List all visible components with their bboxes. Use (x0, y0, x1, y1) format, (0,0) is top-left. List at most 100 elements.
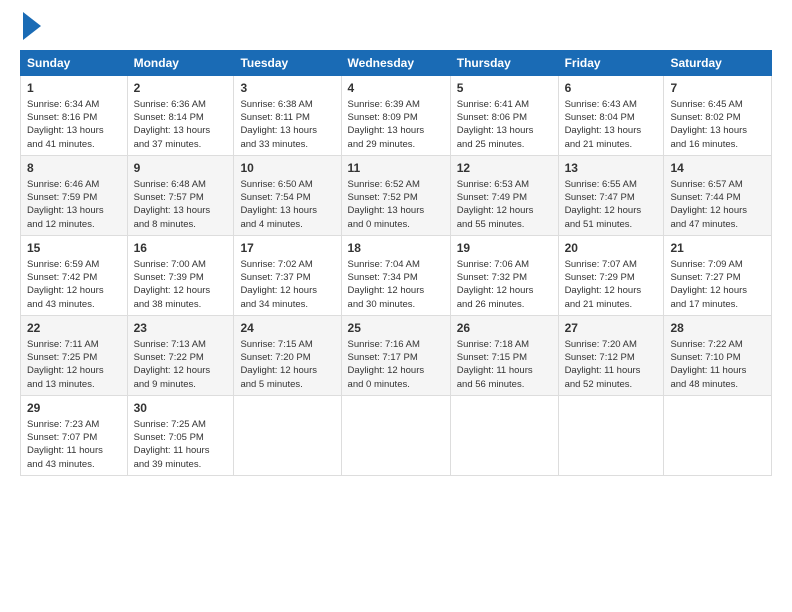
day-cell (450, 395, 558, 475)
day-info: Sunrise: 6:46 AMSunset: 7:59 PMDaylight:… (27, 178, 121, 231)
day-number: 3 (240, 80, 334, 97)
day-cell: 23Sunrise: 7:13 AMSunset: 7:22 PMDayligh… (127, 315, 234, 395)
day-cell: 12Sunrise: 6:53 AMSunset: 7:49 PMDayligh… (450, 155, 558, 235)
week-row-1: 1Sunrise: 6:34 AMSunset: 8:16 PMDaylight… (21, 76, 772, 156)
day-cell: 22Sunrise: 7:11 AMSunset: 7:25 PMDayligh… (21, 315, 128, 395)
day-cell: 2Sunrise: 6:36 AMSunset: 8:14 PMDaylight… (127, 76, 234, 156)
week-row-2: 8Sunrise: 6:46 AMSunset: 7:59 PMDaylight… (21, 155, 772, 235)
day-info: Sunrise: 7:18 AMSunset: 7:15 PMDaylight:… (457, 338, 552, 391)
day-number: 1 (27, 80, 121, 97)
day-info: Sunrise: 6:52 AMSunset: 7:52 PMDaylight:… (348, 178, 444, 231)
day-info: Sunrise: 6:48 AMSunset: 7:57 PMDaylight:… (134, 178, 228, 231)
day-number: 23 (134, 320, 228, 337)
day-number: 14 (670, 160, 765, 177)
logo-arrow-icon (23, 12, 41, 40)
day-info: Sunrise: 7:23 AMSunset: 7:07 PMDaylight:… (27, 418, 121, 471)
day-cell: 5Sunrise: 6:41 AMSunset: 8:06 PMDaylight… (450, 76, 558, 156)
day-info: Sunrise: 7:11 AMSunset: 7:25 PMDaylight:… (27, 338, 121, 391)
day-number: 11 (348, 160, 444, 177)
header-row: SundayMondayTuesdayWednesdayThursdayFrid… (21, 51, 772, 76)
day-number: 27 (565, 320, 658, 337)
day-info: Sunrise: 7:16 AMSunset: 7:17 PMDaylight:… (348, 338, 444, 391)
day-info: Sunrise: 7:25 AMSunset: 7:05 PMDaylight:… (134, 418, 228, 471)
day-number: 6 (565, 80, 658, 97)
day-number: 30 (134, 400, 228, 417)
day-info: Sunrise: 6:59 AMSunset: 7:42 PMDaylight:… (27, 258, 121, 311)
day-info: Sunrise: 7:04 AMSunset: 7:34 PMDaylight:… (348, 258, 444, 311)
day-number: 16 (134, 240, 228, 257)
day-cell: 14Sunrise: 6:57 AMSunset: 7:44 PMDayligh… (664, 155, 772, 235)
page: SundayMondayTuesdayWednesdayThursdayFrid… (0, 0, 792, 612)
day-number: 20 (565, 240, 658, 257)
day-info: Sunrise: 7:02 AMSunset: 7:37 PMDaylight:… (240, 258, 334, 311)
day-number: 26 (457, 320, 552, 337)
day-cell: 6Sunrise: 6:43 AMSunset: 8:04 PMDaylight… (558, 76, 664, 156)
day-info: Sunrise: 6:53 AMSunset: 7:49 PMDaylight:… (457, 178, 552, 231)
col-header-thursday: Thursday (450, 51, 558, 76)
col-header-wednesday: Wednesday (341, 51, 450, 76)
day-cell: 24Sunrise: 7:15 AMSunset: 7:20 PMDayligh… (234, 315, 341, 395)
day-info: Sunrise: 6:41 AMSunset: 8:06 PMDaylight:… (457, 98, 552, 151)
col-header-friday: Friday (558, 51, 664, 76)
day-cell: 19Sunrise: 7:06 AMSunset: 7:32 PMDayligh… (450, 235, 558, 315)
day-cell: 26Sunrise: 7:18 AMSunset: 7:15 PMDayligh… (450, 315, 558, 395)
day-number: 9 (134, 160, 228, 177)
day-info: Sunrise: 7:13 AMSunset: 7:22 PMDaylight:… (134, 338, 228, 391)
day-cell: 8Sunrise: 6:46 AMSunset: 7:59 PMDaylight… (21, 155, 128, 235)
day-cell: 1Sunrise: 6:34 AMSunset: 8:16 PMDaylight… (21, 76, 128, 156)
col-header-tuesday: Tuesday (234, 51, 341, 76)
day-cell: 4Sunrise: 6:39 AMSunset: 8:09 PMDaylight… (341, 76, 450, 156)
day-cell: 30Sunrise: 7:25 AMSunset: 7:05 PMDayligh… (127, 395, 234, 475)
day-number: 2 (134, 80, 228, 97)
day-cell (558, 395, 664, 475)
day-number: 5 (457, 80, 552, 97)
day-number: 10 (240, 160, 334, 177)
day-cell: 28Sunrise: 7:22 AMSunset: 7:10 PMDayligh… (664, 315, 772, 395)
day-number: 17 (240, 240, 334, 257)
day-number: 24 (240, 320, 334, 337)
day-info: Sunrise: 7:07 AMSunset: 7:29 PMDaylight:… (565, 258, 658, 311)
day-info: Sunrise: 7:15 AMSunset: 7:20 PMDaylight:… (240, 338, 334, 391)
day-number: 4 (348, 80, 444, 97)
week-row-5: 29Sunrise: 7:23 AMSunset: 7:07 PMDayligh… (21, 395, 772, 475)
day-info: Sunrise: 6:55 AMSunset: 7:47 PMDaylight:… (565, 178, 658, 231)
day-cell (341, 395, 450, 475)
week-row-4: 22Sunrise: 7:11 AMSunset: 7:25 PMDayligh… (21, 315, 772, 395)
day-number: 18 (348, 240, 444, 257)
day-number: 22 (27, 320, 121, 337)
day-number: 29 (27, 400, 121, 417)
day-info: Sunrise: 6:34 AMSunset: 8:16 PMDaylight:… (27, 98, 121, 151)
day-cell: 25Sunrise: 7:16 AMSunset: 7:17 PMDayligh… (341, 315, 450, 395)
day-number: 21 (670, 240, 765, 257)
day-cell: 9Sunrise: 6:48 AMSunset: 7:57 PMDaylight… (127, 155, 234, 235)
day-number: 15 (27, 240, 121, 257)
day-cell: 20Sunrise: 7:07 AMSunset: 7:29 PMDayligh… (558, 235, 664, 315)
day-cell: 15Sunrise: 6:59 AMSunset: 7:42 PMDayligh… (21, 235, 128, 315)
day-number: 28 (670, 320, 765, 337)
day-number: 13 (565, 160, 658, 177)
col-header-saturday: Saturday (664, 51, 772, 76)
day-cell (234, 395, 341, 475)
day-cell: 3Sunrise: 6:38 AMSunset: 8:11 PMDaylight… (234, 76, 341, 156)
day-info: Sunrise: 7:09 AMSunset: 7:27 PMDaylight:… (670, 258, 765, 311)
day-cell: 11Sunrise: 6:52 AMSunset: 7:52 PMDayligh… (341, 155, 450, 235)
day-number: 8 (27, 160, 121, 177)
day-cell: 18Sunrise: 7:04 AMSunset: 7:34 PMDayligh… (341, 235, 450, 315)
day-info: Sunrise: 6:57 AMSunset: 7:44 PMDaylight:… (670, 178, 765, 231)
day-info: Sunrise: 7:06 AMSunset: 7:32 PMDaylight:… (457, 258, 552, 311)
day-info: Sunrise: 7:20 AMSunset: 7:12 PMDaylight:… (565, 338, 658, 391)
day-cell (664, 395, 772, 475)
day-cell: 27Sunrise: 7:20 AMSunset: 7:12 PMDayligh… (558, 315, 664, 395)
day-info: Sunrise: 6:36 AMSunset: 8:14 PMDaylight:… (134, 98, 228, 151)
day-cell: 17Sunrise: 7:02 AMSunset: 7:37 PMDayligh… (234, 235, 341, 315)
day-cell: 21Sunrise: 7:09 AMSunset: 7:27 PMDayligh… (664, 235, 772, 315)
day-number: 19 (457, 240, 552, 257)
day-info: Sunrise: 6:39 AMSunset: 8:09 PMDaylight:… (348, 98, 444, 151)
day-info: Sunrise: 6:50 AMSunset: 7:54 PMDaylight:… (240, 178, 334, 231)
week-row-3: 15Sunrise: 6:59 AMSunset: 7:42 PMDayligh… (21, 235, 772, 315)
day-number: 7 (670, 80, 765, 97)
logo (20, 16, 41, 40)
day-info: Sunrise: 6:45 AMSunset: 8:02 PMDaylight:… (670, 98, 765, 151)
col-header-sunday: Sunday (21, 51, 128, 76)
day-cell: 7Sunrise: 6:45 AMSunset: 8:02 PMDaylight… (664, 76, 772, 156)
